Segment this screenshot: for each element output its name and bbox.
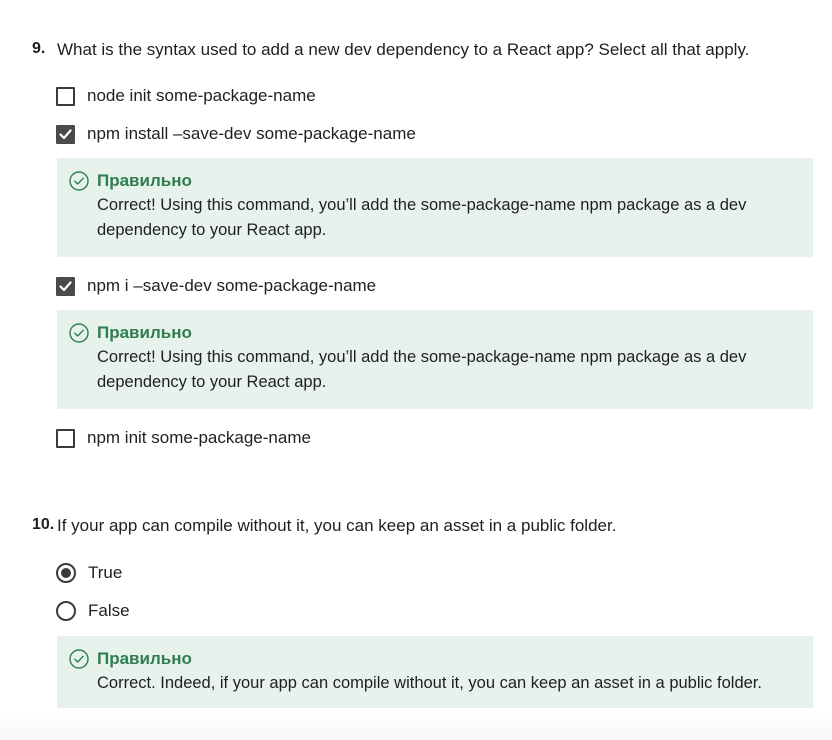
check-circle-icon (69, 649, 89, 674)
option-radio[interactable]: True (56, 561, 122, 585)
feedback-title: Правильно (97, 171, 192, 190)
check-circle-icon (69, 171, 89, 196)
option-label: node init some-package-name (87, 86, 316, 105)
option-label: npm init some-package-name (87, 428, 311, 447)
page-bottom-shade (0, 712, 832, 740)
feedback-correct: Правильно Correct. Indeed, if your app c… (57, 636, 813, 708)
checkbox-checked[interactable] (56, 124, 75, 144)
feedback-title: Правильно (97, 323, 192, 342)
check-circle-icon (69, 323, 89, 348)
option-label: False (88, 601, 130, 620)
option-radio[interactable]: False (56, 599, 130, 623)
feedback-text: Correct! Using this command, you’ll add … (97, 196, 747, 239)
radio-unselected[interactable] (56, 601, 76, 621)
checkbox-unchecked[interactable] (56, 428, 75, 448)
checkbox-unchecked[interactable] (56, 86, 75, 106)
checkmark-icon (59, 128, 72, 139)
option-label: npm install –save-dev some-package-name (87, 124, 416, 143)
feedback-text: Correct! Using this command, you’ll add … (97, 348, 747, 391)
radio-dot (61, 568, 71, 578)
question-text: What is the syntax used to add a new dev… (57, 40, 750, 59)
checkbox-checked[interactable] (56, 276, 75, 296)
option-checkbox[interactable]: npm i –save-dev some-package-name (56, 274, 376, 298)
feedback-correct: Правильно Correct! Using this command, y… (57, 158, 813, 257)
feedback-title: Правильно (97, 649, 192, 668)
option-checkbox[interactable]: npm install –save-dev some-package-name (56, 122, 416, 146)
question-text: If your app can compile without it, you … (57, 516, 617, 535)
option-label: npm i –save-dev some-package-name (87, 276, 377, 295)
option-checkbox[interactable]: npm init some-package-name (56, 426, 311, 450)
option-checkbox[interactable]: node init some-package-name (56, 84, 316, 108)
question-number: 9. (32, 40, 46, 57)
checkmark-icon (59, 280, 72, 291)
option-label: True (88, 563, 123, 582)
radio-selected[interactable] (56, 563, 76, 583)
question-number: 10. (32, 516, 55, 533)
feedback-correct: Правильно Correct! Using this command, y… (57, 310, 813, 409)
feedback-text: Correct. Indeed, if your app can compile… (97, 674, 762, 692)
